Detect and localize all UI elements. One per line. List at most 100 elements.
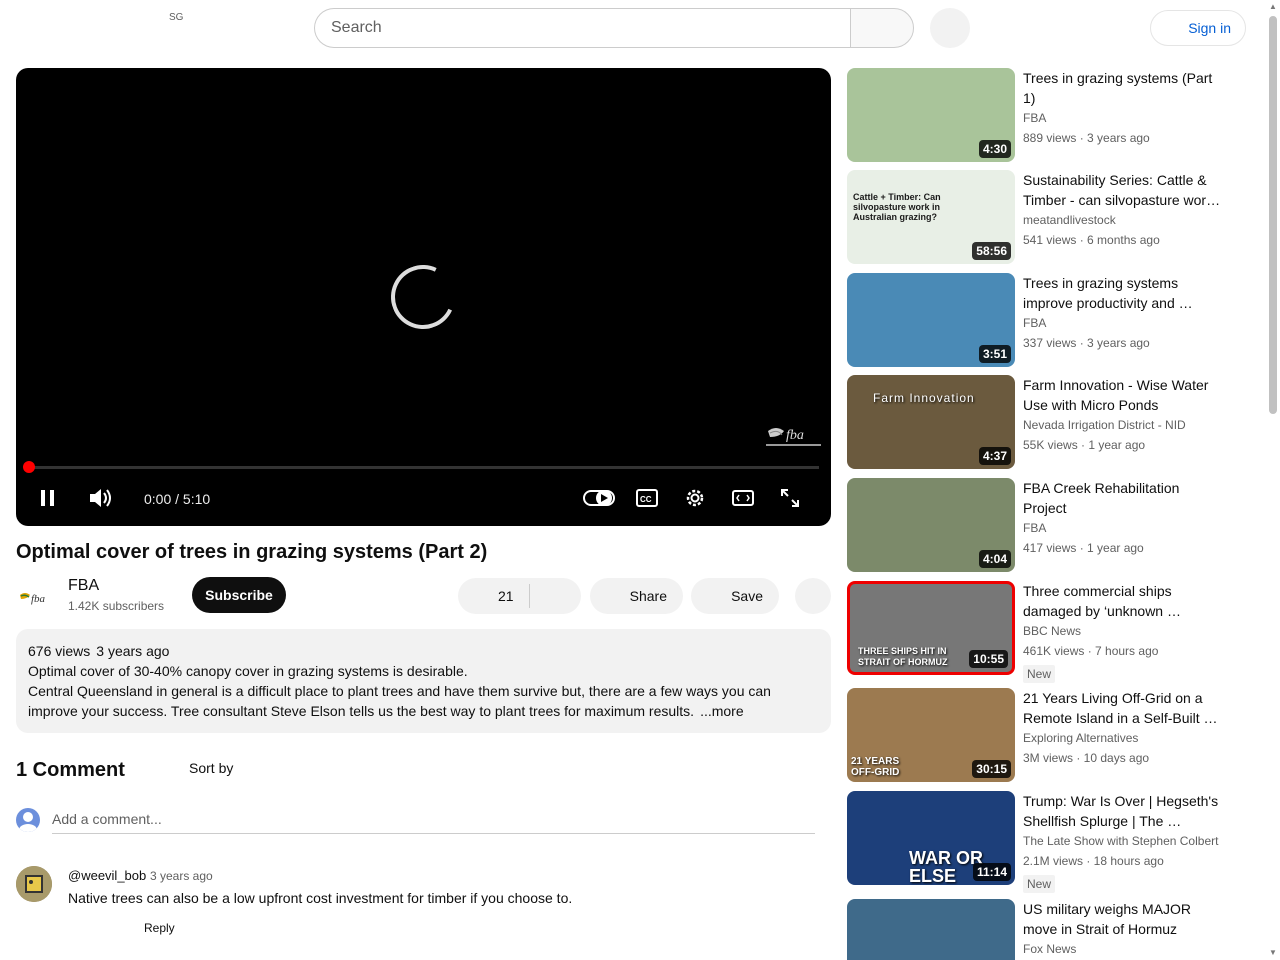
recommendation-item[interactable]: Farm Innovation 4:37 Farm Innovation - Wis… xyxy=(847,375,1227,470)
recommendation-title[interactable]: Trees in grazing systems (Part 1) xyxy=(1023,68,1223,108)
recommendation-item[interactable]: Cattle + Timber: Can silvopasture work i… xyxy=(847,170,1227,265)
captions-icon[interactable]: CC xyxy=(636,488,658,508)
pause-icon[interactable] xyxy=(38,488,58,508)
reply-button[interactable]: Reply xyxy=(144,921,175,935)
search-box[interactable] xyxy=(314,8,851,48)
recommendation-thumbnail[interactable] xyxy=(847,899,1015,960)
fba-logo-icon: fba xyxy=(20,593,46,605)
recommendation-stats: 461K views · 7 hours ago xyxy=(1023,644,1159,658)
share-button[interactable]: Share xyxy=(590,578,683,614)
voice-search-button[interactable] xyxy=(930,8,970,48)
recommendation-item[interactable]: 4:04 FBA Creek Rehabilitation Project FBA 4… xyxy=(847,478,1227,573)
add-comment-input[interactable]: Add a comment... xyxy=(52,811,815,834)
like-count[interactable]: 21 xyxy=(498,588,514,604)
channel-name[interactable]: FBA xyxy=(68,577,99,595)
comment-time[interactable]: 3 years ago xyxy=(150,869,213,883)
subscribe-button[interactable]: Subscribe xyxy=(192,577,286,613)
like-dislike-group[interactable]: 21 xyxy=(458,578,581,614)
recommendation-title[interactable]: Farm Innovation - Wise Water Use with Mi… xyxy=(1023,375,1223,415)
sort-by-button[interactable]: Sort by xyxy=(189,760,233,776)
recommendation-stats: 889 views · 3 years ago xyxy=(1023,131,1150,145)
recommendation-stats: 541 views · 6 months ago xyxy=(1023,233,1160,247)
country-code: SG xyxy=(169,12,184,23)
video-player[interactable]: fba 0:00 / 5:10 CC xyxy=(16,68,831,526)
channel-avatar[interactable]: fba xyxy=(16,578,56,618)
comments-count: 1 Comment xyxy=(16,759,125,781)
recommendation-title[interactable]: Sustainability Series: Cattle & Timber -… xyxy=(1023,170,1223,210)
fba-watermark-icon: fba xyxy=(766,428,821,446)
recommendation-thumbnail[interactable]: Farm Innovation 4:37 xyxy=(847,375,1015,469)
weevil-avatar-icon xyxy=(16,866,52,902)
default-avatar-icon xyxy=(19,812,37,832)
recommendation-channel[interactable]: Nevada Irrigation District - NID xyxy=(1023,418,1186,432)
new-badge: New xyxy=(1023,875,1056,893)
autoplay-toggle-icon[interactable] xyxy=(583,487,615,509)
recommendation-item[interactable]: US military weighs MAJOR move in Strait … xyxy=(847,899,1227,960)
scroll-down-arrow-icon[interactable]: ▼ xyxy=(1269,948,1277,957)
search-input[interactable] xyxy=(331,19,851,37)
more-actions-button[interactable] xyxy=(795,578,831,614)
recommendation-channel[interactable]: BBC News xyxy=(1023,624,1081,638)
video-duration: 11:14 xyxy=(972,863,1011,881)
recommendation-title[interactable]: 21 Years Living Off-Grid on a Remote Isl… xyxy=(1023,688,1223,728)
more-link[interactable]: ...more xyxy=(700,703,744,719)
thumbnail-text: Farm Innovation xyxy=(873,391,975,405)
save-button[interactable]: Save xyxy=(691,578,779,614)
scroll-up-arrow-icon[interactable]: ▲ xyxy=(1269,2,1277,11)
sign-in-button[interactable]: Sign in xyxy=(1150,10,1246,46)
video-title: Optimal cover of trees in grazing system… xyxy=(16,541,488,563)
recommendation-thumbnail[interactable]: 3:51 xyxy=(847,273,1015,367)
time-display: 0:00 / 5:10 xyxy=(144,491,211,507)
video-duration: 4:37 xyxy=(978,447,1011,465)
theater-mode-icon[interactable] xyxy=(732,488,754,508)
description-meta: 676 views 3 years ago xyxy=(28,641,819,661)
svg-text:fba: fba xyxy=(786,428,804,443)
recommendation-channel[interactable]: The Late Show with Stephen Colbert xyxy=(1023,834,1218,848)
comment-author-avatar[interactable] xyxy=(16,866,52,902)
page-scrollbar[interactable]: ▲ ▼ xyxy=(1266,0,1280,960)
recommendation-channel[interactable]: FBA xyxy=(1023,316,1046,330)
recommendation-stats: 3M views · 10 days ago xyxy=(1023,751,1150,765)
recommendation-item[interactable]: THREE SHIPS HIT IN STRAIT OF HORMUZ 10:55… xyxy=(847,581,1227,683)
recommendation-stats: 55K views · 1 year ago xyxy=(1023,438,1146,452)
volume-icon[interactable] xyxy=(88,486,114,510)
recommendation-channel[interactable]: FBA xyxy=(1023,111,1046,125)
recommendation-thumbnail[interactable]: THREE SHIPS HIT IN STRAIT OF HORMUZ 10:55 xyxy=(847,581,1015,675)
recommendation-title[interactable]: Trees in grazing systems improve product… xyxy=(1023,273,1223,313)
video-duration: 4:04 xyxy=(978,550,1011,568)
recommendation-title[interactable]: FBA Creek Rehabilitation Project xyxy=(1023,478,1223,518)
recommendation-item[interactable]: 4:30 Trees in grazing systems (Part 1) FBA… xyxy=(847,68,1227,163)
recommendation-title[interactable]: Trump: War Is Over | Hegseth's Shellfish… xyxy=(1023,791,1223,831)
recommendation-channel[interactable]: Exploring Alternatives xyxy=(1023,731,1138,745)
progress-scrubber[interactable] xyxy=(23,461,35,473)
recommendation-channel[interactable]: meatandlivestock xyxy=(1023,213,1116,227)
scroll-thumb[interactable] xyxy=(1269,16,1277,414)
user-avatar xyxy=(16,808,40,832)
video-duration: 3:51 xyxy=(978,345,1011,363)
share-label: Share xyxy=(629,588,667,604)
recommendation-title[interactable]: Three commercial ships damaged by ‘unkno… xyxy=(1023,581,1223,621)
recommendation-channel[interactable]: FBA xyxy=(1023,521,1046,535)
recommendation-thumbnail[interactable]: 21 YEARS OFF-GRID 30:15 xyxy=(847,688,1015,782)
view-count: 676 views xyxy=(28,643,91,659)
recommendation-item[interactable]: 21 YEARS OFF-GRID 30:15 21 Years Living Of… xyxy=(847,688,1227,783)
search-button[interactable] xyxy=(850,8,914,48)
recommendation-item[interactable]: WAR OR ELSE 11:14 Trump: War Is Over | Heg… xyxy=(847,791,1227,893)
recommendation-title[interactable]: US military weighs MAJOR move in Strait … xyxy=(1023,899,1223,939)
recommendation-thumbnail[interactable]: Cattle + Timber: Can silvopasture work i… xyxy=(847,170,1015,264)
new-badge: New xyxy=(1023,665,1056,683)
recommendation-thumbnail[interactable]: 4:04 xyxy=(847,478,1015,572)
recommendation-item[interactable]: 3:51 Trees in grazing systems improve pro… xyxy=(847,273,1227,368)
recommendation-thumbnail[interactable]: 4:30 xyxy=(847,68,1015,162)
progress-bar[interactable] xyxy=(28,466,819,469)
comment-author[interactable]: @weevil_bob xyxy=(68,868,146,883)
description-text: Central Queensland in general is a diffi… xyxy=(28,683,771,719)
description-box[interactable]: 676 views 3 years ago Optimal cover of 30… xyxy=(16,629,831,733)
recommendation-channel[interactable]: Fox News xyxy=(1023,942,1076,956)
sign-in-label: Sign in xyxy=(1188,20,1231,36)
settings-gear-icon[interactable] xyxy=(684,487,706,509)
thumbnail-text: THREE SHIPS HIT IN STRAIT OF HORMUZ xyxy=(858,646,948,667)
fullscreen-icon[interactable] xyxy=(780,488,800,508)
recommendation-thumbnail[interactable]: WAR OR ELSE 11:14 xyxy=(847,791,1015,885)
description-line: Optimal cover of 30-40% canopy cover in … xyxy=(28,663,468,679)
